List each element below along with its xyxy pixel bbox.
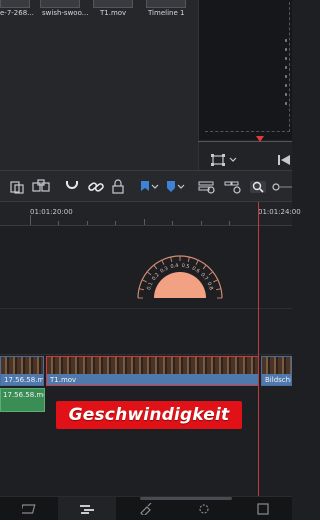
snap-icon[interactable] [64, 179, 80, 195]
edit-icon [80, 505, 94, 514]
track-divider [0, 308, 292, 309]
ruler-tick [87, 221, 88, 225]
timecode-label: 01:01:24:00 [258, 208, 301, 216]
nav-color[interactable] [117, 497, 175, 520]
media-clip-label[interactable]: swish-swoo... [42, 9, 88, 17]
chevron-down-icon[interactable] [177, 179, 185, 195]
viewer-safe-frame [205, 2, 290, 132]
media-clip-label[interactable]: Timeline 1 [148, 9, 184, 17]
media-clip-label[interactable]: T1.mov [100, 9, 126, 17]
nav-edit[interactable] [58, 497, 116, 520]
dial-tick [146, 271, 152, 276]
media-icon [22, 504, 36, 514]
dial-tick-label: 0.5 [181, 263, 190, 270]
timeline-toolbar [0, 170, 292, 202]
dial-tick-label: 0.2 [151, 272, 161, 282]
link-icon[interactable] [88, 179, 104, 195]
dial-tick [208, 271, 214, 276]
nav-fusion[interactable] [175, 497, 233, 520]
ruler-tick [229, 221, 230, 225]
ruler-tick [201, 221, 202, 225]
clip-name: 17.56.58.mov [4, 376, 44, 384]
dial-tick [170, 256, 173, 263]
chevron-down-icon[interactable] [229, 157, 237, 163]
clip-thumbnail[interactable] [93, 0, 133, 8]
dial-tick [202, 264, 207, 270]
viewer-controls [198, 140, 292, 170]
audio-clip[interactable]: 17.56.58.mov [0, 388, 45, 412]
chevron-down-icon[interactable] [151, 179, 159, 195]
viewer-playhead[interactable] [256, 136, 264, 142]
dial-tick-label: 0.6 [191, 266, 201, 275]
dial-tick [195, 259, 199, 265]
video-clip[interactable]: Bildschirm [261, 356, 292, 386]
fusion-icon [199, 504, 209, 514]
zoom-detail-icon[interactable] [224, 179, 242, 195]
timeline-ruler[interactable]: 01:01:20:00 01:01:24:00 [0, 202, 301, 226]
clip-thumbnail[interactable] [40, 0, 80, 8]
timeline-playhead[interactable] [258, 202, 259, 496]
marker-icon[interactable] [166, 179, 176, 195]
dial-tick-label: 0.8 [205, 281, 214, 291]
ruler-tick [172, 221, 173, 225]
dial-tick [161, 259, 165, 265]
dial-tick-label: 0.7 [199, 272, 209, 282]
ruler-tick [58, 221, 59, 225]
dial-tick [141, 279, 147, 283]
video-clip-selected[interactable]: T1.mov [46, 356, 259, 386]
ruler-tick [115, 221, 116, 225]
timecode-label: 01:01:20:00 [30, 208, 73, 216]
clip-name: 17.56.58.mov [3, 391, 44, 399]
dial-tick [215, 288, 222, 291]
zoom-custom-icon[interactable] [250, 179, 266, 195]
clip-name: T1.mov [50, 376, 77, 384]
lock-icon[interactable] [112, 179, 124, 195]
color-icon [140, 503, 152, 515]
replace-icon[interactable] [32, 179, 50, 195]
viewer-grid-dots [283, 36, 289, 106]
ruler-tick [30, 215, 31, 225]
zoom-slider-icon[interactable] [272, 179, 292, 195]
caption-overlay: Geschwindigkeit [56, 401, 242, 429]
video-clip[interactable]: 17.56.58.mov [0, 356, 44, 386]
zoom-full-icon[interactable] [198, 179, 216, 195]
multicam-icon[interactable] [10, 179, 24, 195]
dial-tick [213, 279, 219, 283]
clip-thumbnail[interactable] [146, 0, 186, 8]
clip-bar [47, 374, 258, 385]
viewer-scrubber[interactable] [198, 141, 292, 142]
flag-icon[interactable] [140, 179, 150, 195]
nav-media[interactable] [0, 497, 58, 520]
media-pool: e-7-268... swish-swoo... T1.mov Timeline… [0, 0, 198, 170]
dial-tick [187, 256, 190, 263]
skip-back-icon[interactable] [277, 154, 291, 166]
media-clip-label[interactable]: e-7-268... [0, 9, 34, 17]
dial-fill [154, 272, 206, 298]
clip-name: Bildschirm [265, 376, 291, 384]
dial-tick [138, 288, 145, 291]
dial-tick-label: 0.4 [170, 263, 179, 270]
ruler-tick [144, 219, 145, 225]
track-divider [0, 354, 292, 355]
deliver-icon [257, 503, 269, 515]
dial-tick [153, 264, 158, 270]
dial-tick-label: 0.3 [159, 266, 169, 275]
transform-icon[interactable] [211, 154, 225, 166]
dial-tick-label: 0.1 [146, 281, 155, 291]
speed-dial[interactable]: 0.10.20.3 0.4 0.5 0.60.70.8 [130, 236, 230, 306]
clip-thumbnail[interactable] [0, 0, 30, 8]
scrollbar[interactable] [140, 497, 232, 500]
caption-text: Geschwindigkeit [68, 405, 230, 425]
nav-deliver[interactable] [234, 497, 292, 520]
